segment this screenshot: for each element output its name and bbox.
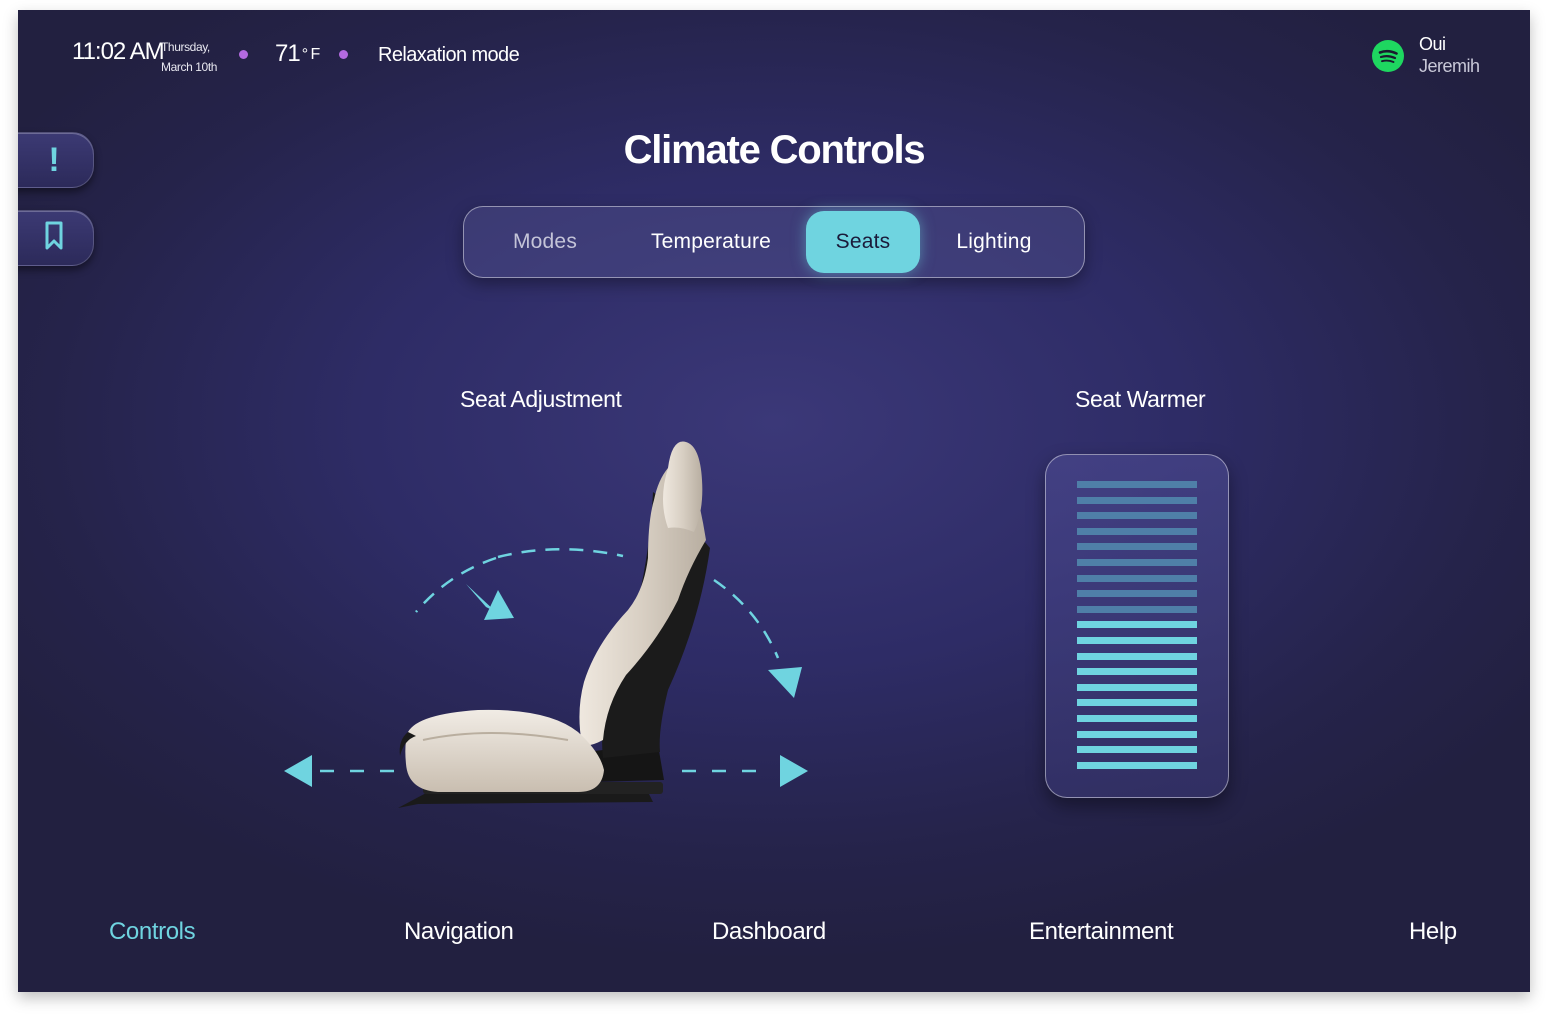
tab-temperature[interactable]: Temperature xyxy=(632,211,790,273)
clock-date: Thursday, March 10th xyxy=(161,37,217,77)
tab-lighting[interactable]: Lighting xyxy=(938,211,1050,273)
tab-modes[interactable]: Modes xyxy=(482,211,608,273)
slide-forward-arrow[interactable] xyxy=(284,755,398,787)
tab-seats[interactable]: Seats xyxy=(806,211,920,273)
nav-navigation[interactable]: Navigation xyxy=(404,918,514,946)
warmer-level-bar[interactable] xyxy=(1077,527,1197,535)
page-title: Climate Controls xyxy=(623,128,926,172)
warmer-level-bar[interactable] xyxy=(1077,590,1197,598)
warmer-level-bar[interactable] xyxy=(1077,746,1197,754)
climate-controls-screen: 11:02 AM Thursday, March 10th 71 ° F Rela… xyxy=(18,10,1530,992)
seat-adjustment-title: Seat Adjustment xyxy=(460,386,622,412)
warmer-level-bar[interactable] xyxy=(1077,699,1197,707)
warmer-level-bar[interactable] xyxy=(1077,481,1197,488)
warmer-level-bar[interactable] xyxy=(1077,574,1197,582)
drive-mode-label[interactable]: Relaxation mode xyxy=(378,44,520,67)
outside-temperature: 71 ° F xyxy=(275,40,321,68)
warmer-level-bar[interactable] xyxy=(1077,652,1197,660)
warmer-level-bar[interactable] xyxy=(1077,496,1197,504)
temperature-value: 71 xyxy=(275,40,301,67)
bookmark-button[interactable] xyxy=(18,210,94,266)
car-seat-illustration xyxy=(398,441,710,808)
now-playing-artist[interactable]: Jeremih xyxy=(1419,56,1480,77)
seat-warmer-title: Seat Warmer xyxy=(1075,386,1206,412)
warmer-level-bar[interactable] xyxy=(1077,683,1197,691)
now-playing-title[interactable]: Oui xyxy=(1419,34,1446,55)
warmer-level-bar[interactable] xyxy=(1077,637,1197,644)
warmer-level-bar[interactable] xyxy=(1077,559,1197,566)
temperature-unit: ° F xyxy=(301,46,321,63)
recline-forward-arrow[interactable] xyxy=(415,548,624,620)
status-separator-dot xyxy=(239,50,248,59)
seat-adjustment-diagram xyxy=(284,441,808,808)
warmer-level-bar[interactable] xyxy=(1077,621,1197,629)
bookmark-icon xyxy=(45,221,63,256)
clock-time: 11:02 AM xyxy=(72,38,165,65)
warmer-level-bar[interactable] xyxy=(1077,605,1197,613)
recline-backward-arrow[interactable] xyxy=(713,578,802,698)
warmer-level-bar[interactable] xyxy=(1077,668,1197,676)
nav-controls[interactable]: Controls xyxy=(109,918,196,946)
warmer-level-bar[interactable] xyxy=(1077,715,1197,722)
warmer-level-bar[interactable] xyxy=(1077,761,1197,769)
warmer-level-bar[interactable] xyxy=(1077,730,1197,738)
clock-day-date: March 10th xyxy=(161,60,218,74)
status-separator-dot xyxy=(339,50,348,59)
spotify-icon[interactable] xyxy=(1372,40,1404,72)
nav-help[interactable]: Help xyxy=(1409,918,1457,946)
warmer-level-bar[interactable] xyxy=(1077,512,1197,520)
seat-warmer-control[interactable] xyxy=(1045,454,1229,798)
nav-entertainment[interactable]: Entertainment xyxy=(1029,918,1174,946)
warmer-level-bar[interactable] xyxy=(1077,543,1197,551)
clock-day: Thursday, xyxy=(161,40,210,54)
slide-backward-arrow[interactable] xyxy=(682,755,808,787)
nav-dashboard[interactable]: Dashboard xyxy=(712,918,826,946)
climate-tabs: Modes Temperature Seats Lighting xyxy=(463,206,1085,278)
